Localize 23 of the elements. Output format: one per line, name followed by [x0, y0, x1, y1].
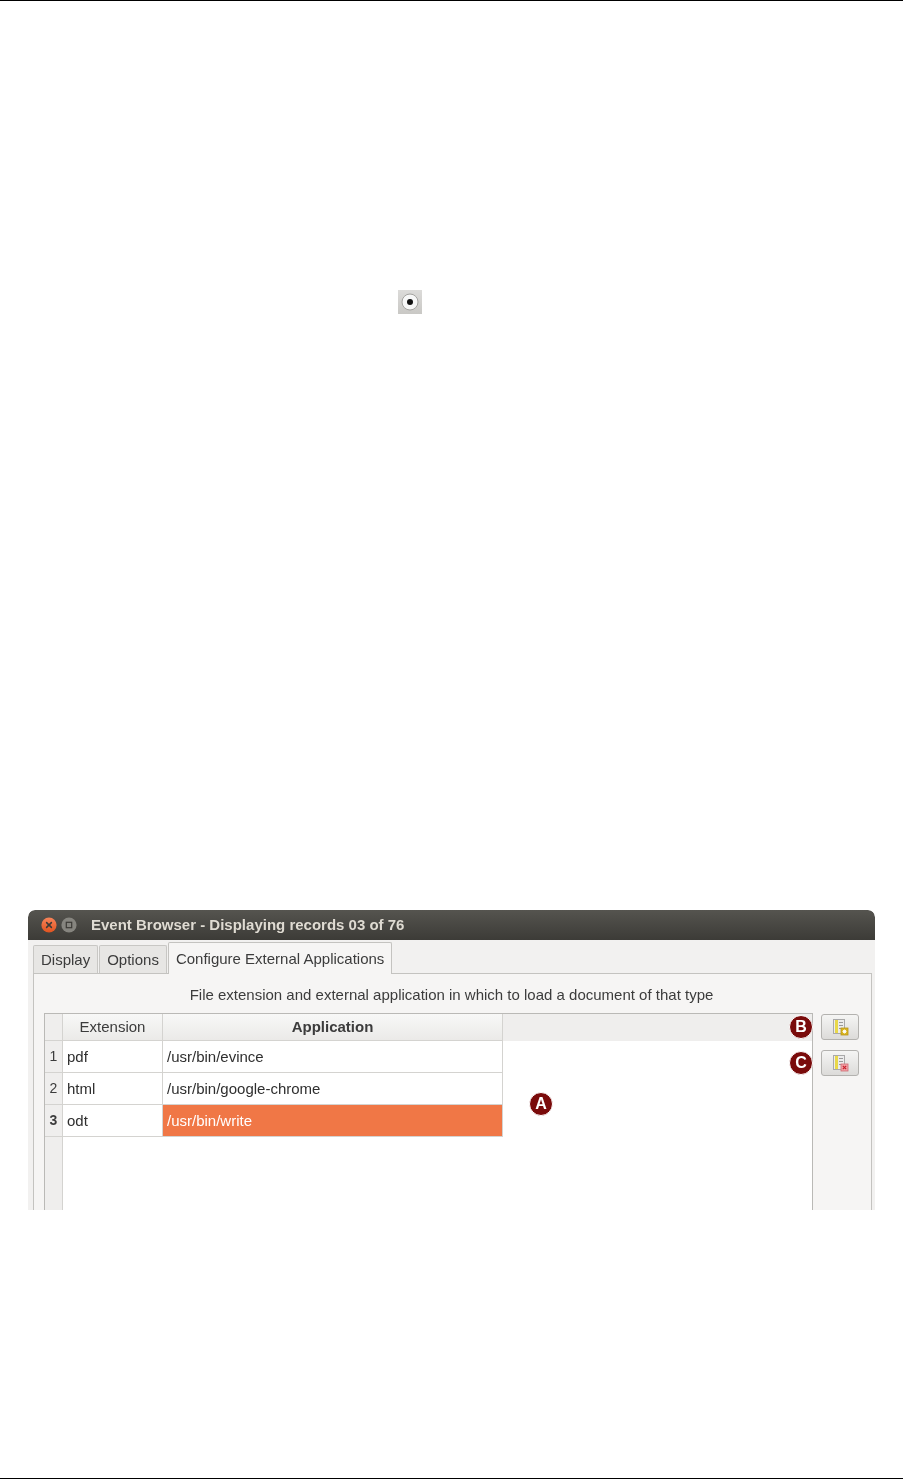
table-cell[interactable]: /usr/bin/google-chrome — [163, 1073, 503, 1105]
maximize-icon[interactable] — [61, 917, 77, 933]
window-title: Event Browser - Displaying records 03 of 76 — [91, 916, 405, 934]
description-text: File extension and external application in which to load a document of that type — [188, 985, 715, 1005]
row-header[interactable]: 3 — [45, 1105, 63, 1137]
column-header[interactable]: Extension — [63, 1014, 163, 1041]
row-header[interactable]: 2 — [45, 1073, 63, 1105]
column-header[interactable]: Application — [163, 1014, 503, 1041]
tab[interactable]: Options — [99, 945, 167, 973]
table-cell[interactable]: /usr/bin/evince — [163, 1041, 503, 1073]
tab[interactable]: Configure External Applications — [167, 942, 393, 974]
tab[interactable]: Display — [33, 945, 99, 973]
table-cell[interactable]: pdf — [63, 1041, 163, 1073]
table-cell[interactable]: html — [63, 1073, 163, 1105]
add-button[interactable] — [821, 1014, 859, 1040]
sheet-add-icon — [831, 1018, 849, 1036]
header-corner — [45, 1014, 63, 1041]
table-cell[interactable]: odt — [63, 1105, 163, 1137]
row-header[interactable]: 1 — [45, 1041, 63, 1073]
delete-button[interactable] — [821, 1050, 859, 1076]
callout-marker: A — [529, 1092, 553, 1116]
sheet-delete-icon — [831, 1054, 849, 1072]
close-icon[interactable] — [41, 917, 57, 933]
